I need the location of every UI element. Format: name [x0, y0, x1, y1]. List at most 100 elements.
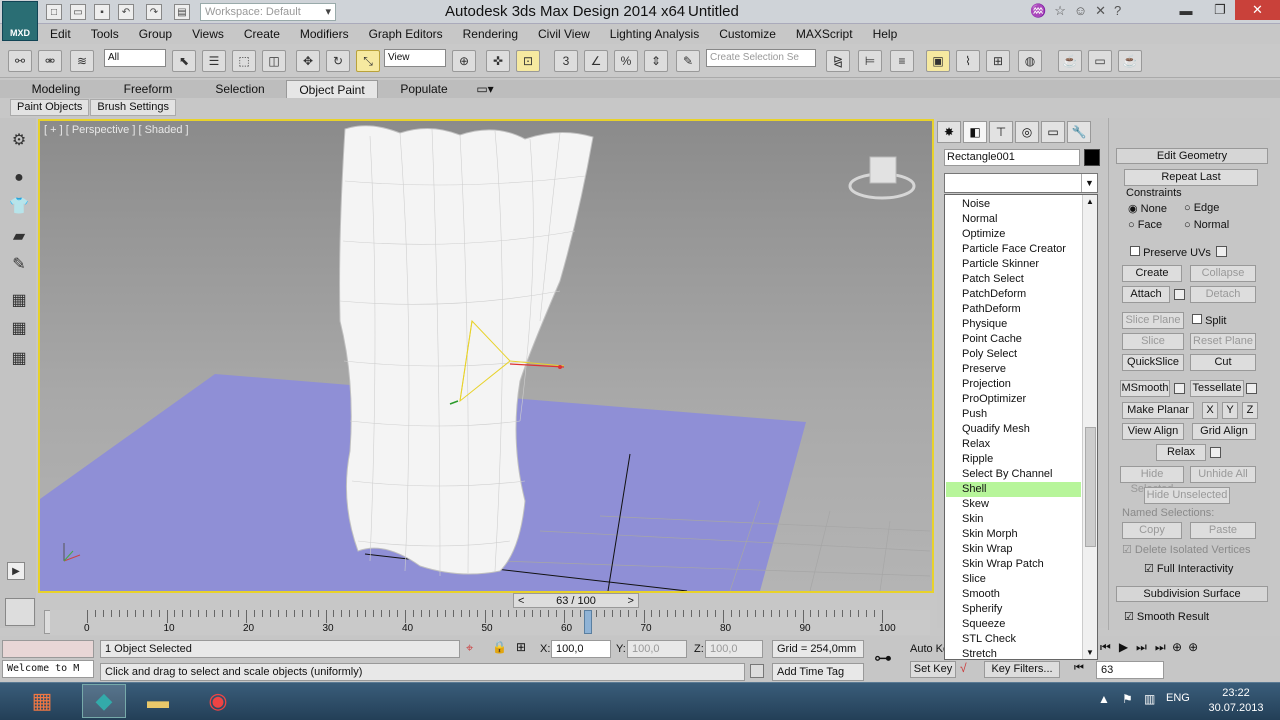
- menu-customize[interactable]: Customize: [709, 27, 786, 41]
- relax-button[interactable]: Relax: [1156, 444, 1206, 461]
- tab-populate[interactable]: Populate: [378, 80, 470, 98]
- modifier-item[interactable]: Ripple: [946, 452, 1081, 467]
- tray-flag-icon[interactable]: ⚑: [1122, 692, 1133, 706]
- planar-x-button[interactable]: X: [1202, 402, 1218, 419]
- modify-tab-icon[interactable]: ◧: [963, 121, 987, 143]
- modifier-item[interactable]: Physique: [946, 317, 1081, 332]
- spinner-snap-icon[interactable]: ⇕: [644, 50, 668, 72]
- play-icon[interactable]: ▶: [1119, 640, 1128, 655]
- menu-civil-view[interactable]: Civil View: [528, 27, 600, 41]
- msmooth-settings-icon[interactable]: [1174, 383, 1185, 394]
- subtab-brush-settings[interactable]: Brush Settings: [90, 99, 176, 116]
- go-to-end-icon[interactable]: ⏭: [1155, 640, 1166, 655]
- hide-unselected-button[interactable]: Hide Unselected: [1144, 487, 1230, 504]
- paste-button[interactable]: Paste: [1190, 522, 1256, 539]
- modifier-item[interactable]: Relax: [946, 437, 1081, 452]
- preserve-uvs-checkbox[interactable]: Preserve UVs: [1130, 246, 1211, 259]
- modifier-item[interactable]: PatchDeform: [946, 287, 1081, 302]
- select-object-icon[interactable]: ⬉: [172, 50, 196, 72]
- modifier-item[interactable]: PathDeform: [946, 302, 1081, 317]
- edit-named-selections-icon[interactable]: ✎: [676, 50, 700, 72]
- play-icon[interactable]: ▶: [7, 562, 25, 580]
- zoom-icon[interactable]: ⊕: [1172, 640, 1182, 654]
- tab-object-paint[interactable]: Object Paint: [286, 80, 378, 98]
- prev-frame-button[interactable]: <: [514, 595, 528, 607]
- paint-brush-icon[interactable]: ✎: [7, 252, 31, 276]
- render-setup-icon[interactable]: ☕: [1058, 50, 1082, 72]
- unlink-icon[interactable]: ⚮: [38, 50, 62, 72]
- schematic-view-icon[interactable]: ⊞: [986, 50, 1010, 72]
- keyboard-shortcut-override-icon[interactable]: ⊡: [516, 50, 540, 72]
- slice-plane-button[interactable]: Slice Plane: [1122, 312, 1184, 329]
- constraint-normal-radio[interactable]: ○ Normal: [1184, 219, 1229, 231]
- shirt-icon[interactable]: 👕: [7, 194, 31, 218]
- go-to-start-icon[interactable]: ⏮: [1100, 640, 1111, 655]
- film-icon-3[interactable]: ▦: [7, 346, 31, 370]
- angle-snap-icon[interactable]: ∠: [584, 50, 608, 72]
- close-button[interactable]: ✕: [1235, 0, 1280, 20]
- maxscript-listener-output[interactable]: Welcome to M: [2, 660, 94, 678]
- modifier-item[interactable]: Poly Select: [946, 347, 1081, 362]
- create-tab-icon[interactable]: ✸: [937, 121, 961, 143]
- film-icon-1[interactable]: ▦: [7, 288, 31, 312]
- menu-rendering[interactable]: Rendering: [453, 27, 528, 41]
- file-explorer-icon[interactable]: ▬: [136, 684, 180, 718]
- repeat-last-button[interactable]: Repeat Last: [1124, 169, 1258, 186]
- modifier-item[interactable]: Skin: [946, 512, 1081, 527]
- tray-network-icon[interactable]: ▥: [1144, 692, 1155, 706]
- selection-filter-dropdown[interactable]: All: [104, 49, 166, 67]
- save-file-icon[interactable]: ▪: [94, 4, 110, 20]
- zoom-all-icon[interactable]: ⊕: [1188, 640, 1198, 654]
- selection-lock-icon[interactable]: 🔒: [492, 640, 507, 654]
- select-manipulate-icon[interactable]: ✜: [486, 50, 510, 72]
- key-filters-button[interactable]: Key Filters...: [984, 661, 1060, 678]
- utilities-tab-icon[interactable]: 🔧: [1067, 121, 1091, 143]
- modifier-list-scrollbar[interactable]: ▲ ▼: [1082, 195, 1097, 659]
- cut-button[interactable]: Cut: [1190, 354, 1256, 371]
- open-file-icon[interactable]: ▭: [70, 4, 86, 20]
- scene-explorer-icon[interactable]: ⚙: [7, 128, 31, 152]
- modifier-item[interactable]: Slice: [946, 572, 1081, 587]
- planar-y-button[interactable]: Y: [1222, 402, 1238, 419]
- scroll-down-icon[interactable]: ▼: [1086, 648, 1094, 657]
- curve-editor-icon[interactable]: ⌇: [956, 50, 980, 72]
- app-logo-button[interactable]: MXD: [2, 1, 38, 41]
- slice-button[interactable]: Slice: [1122, 333, 1184, 350]
- unhide-all-button[interactable]: Unhide All: [1190, 466, 1256, 483]
- detach-button[interactable]: Detach: [1190, 286, 1256, 303]
- modifier-item[interactable]: Shell: [946, 482, 1081, 497]
- modifier-item[interactable]: Select By Channel: [946, 467, 1081, 482]
- modifier-item[interactable]: Particle Face Creator: [946, 242, 1081, 257]
- rectangular-selection-icon[interactable]: ⬚: [232, 50, 256, 72]
- rendered-frame-icon[interactable]: ▭: [1088, 50, 1112, 72]
- perspective-viewport[interactable]: [ + ] [ Perspective ] [ Shaded ]: [38, 119, 934, 593]
- object-name-field[interactable]: Rectangle001: [944, 149, 1080, 166]
- subdivision-surface-rollout[interactable]: Subdivision Surface: [1116, 586, 1268, 602]
- close-x-icon[interactable]: ✕: [1095, 3, 1106, 21]
- modifier-item[interactable]: Particle Skinner: [946, 257, 1081, 272]
- window-crossing-icon[interactable]: ◫: [262, 50, 286, 72]
- modifier-item[interactable]: ProOptimizer: [946, 392, 1081, 407]
- binoculars-icon[interactable]: ♒: [1030, 3, 1046, 21]
- menu-graph-editors[interactable]: Graph Editors: [359, 27, 453, 41]
- modifier-item[interactable]: Skin Wrap Patch: [946, 557, 1081, 572]
- scale-icon[interactable]: ⤡: [356, 50, 380, 72]
- make-planar-button[interactable]: Make Planar: [1122, 402, 1194, 419]
- menu-tools[interactable]: Tools: [81, 27, 129, 41]
- align-icon[interactable]: ⊨: [858, 50, 882, 72]
- move-icon[interactable]: ✥: [296, 50, 320, 72]
- mirror-icon[interactable]: ⧎: [826, 50, 850, 72]
- relax-settings-icon[interactable]: [1210, 447, 1221, 458]
- language-indicator[interactable]: ENG: [1166, 692, 1190, 704]
- absolute-mode-icon[interactable]: ⊞: [516, 640, 526, 654]
- menu-create[interactable]: Create: [234, 27, 290, 41]
- next-frame-button[interactable]: >: [624, 595, 638, 607]
- time-tag-icon[interactable]: [750, 664, 764, 678]
- modifier-item[interactable]: Preserve: [946, 362, 1081, 377]
- material-editor-icon[interactable]: ◍: [1018, 50, 1042, 72]
- pivot-center-icon[interactable]: ⊕: [452, 50, 476, 72]
- add-time-tag-button[interactable]: Add Time Tag: [772, 663, 864, 681]
- tray-arrow-icon[interactable]: ▲: [1098, 692, 1110, 706]
- reset-plane-button[interactable]: Reset Plane: [1190, 333, 1256, 350]
- ribbon-options-icon[interactable]: ▭▾: [470, 80, 500, 98]
